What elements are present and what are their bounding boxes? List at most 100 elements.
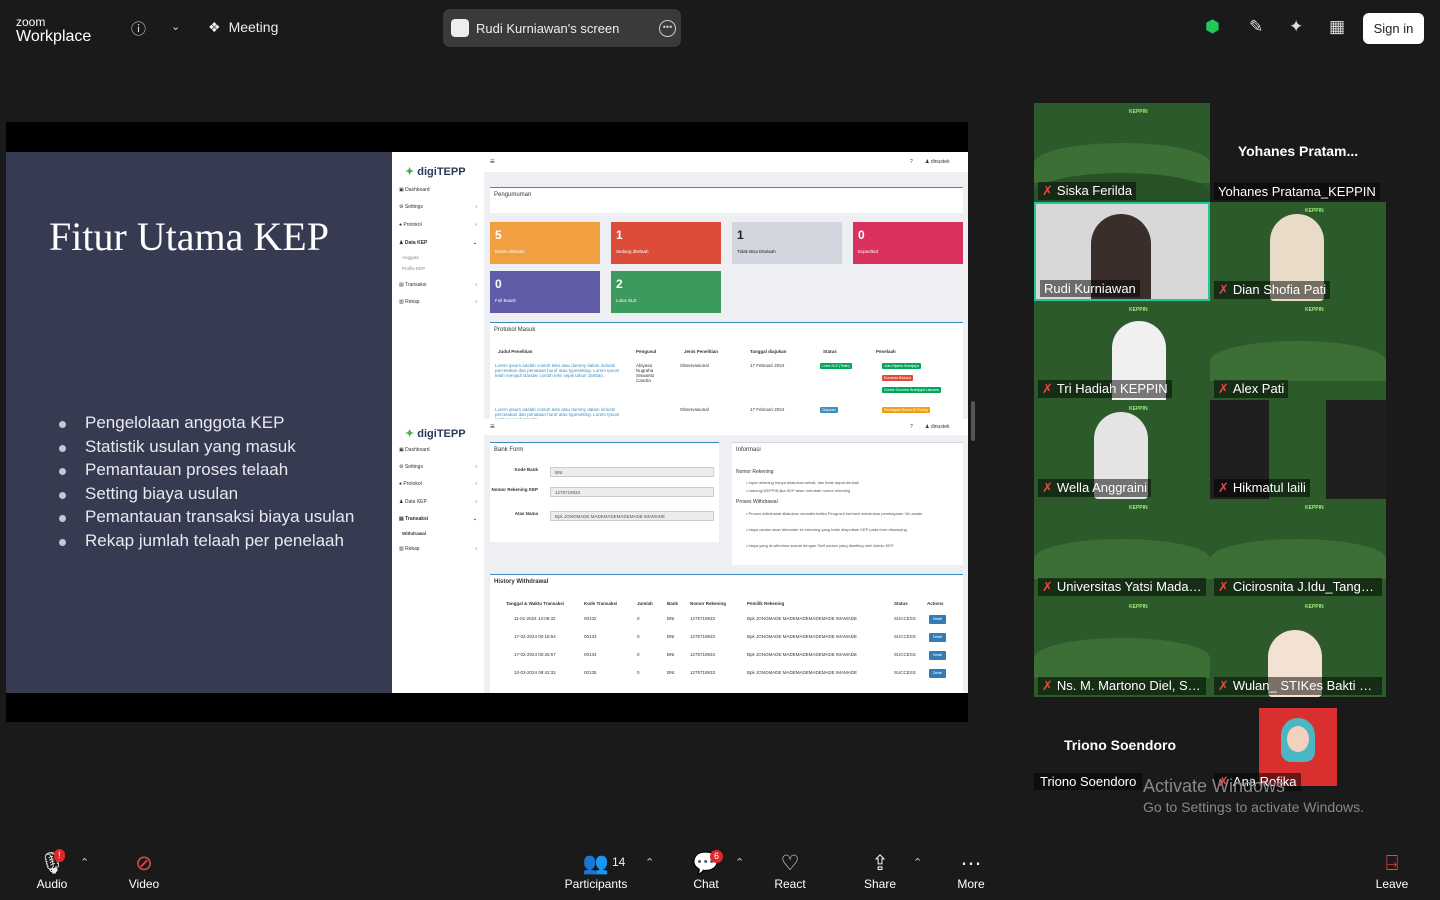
meeting-menu[interactable]: ❖ Meeting xyxy=(208,19,278,36)
field-value: BNI xyxy=(555,470,563,475)
panel-title: Informasi xyxy=(736,447,761,453)
cell-status: SUCCESS xyxy=(894,670,916,675)
cell-tanggal: 17 Februari 2024 xyxy=(750,363,785,368)
more-button[interactable]: ⋯ More xyxy=(951,851,991,891)
sidebar: ✦ digiTEPP ▣ Dashboard ⚙ Settings ‹ ● Pro… xyxy=(392,419,484,693)
participant-tile[interactable]: KEPPIN ✗ Wulan_ STIKes Bakti Uta... xyxy=(1210,598,1386,697)
chevron-down-icon[interactable]: ⌄ xyxy=(171,20,180,33)
chat-options-caret[interactable]: ⌃ xyxy=(735,856,744,869)
leave-button[interactable]: ⍈ Leave xyxy=(1372,851,1412,891)
stat-label: Sedang ditelaah xyxy=(616,249,649,254)
info-rekening-heading: Nomor Rekening xyxy=(736,469,774,475)
info-icon[interactable]: ⓘ xyxy=(131,18,146,39)
screen-share-pill[interactable]: Rudi Kurniawan's screen ••• xyxy=(443,9,681,47)
info-point-text: Proses withdrawal dilakukan otomatis ket… xyxy=(748,511,923,516)
col-header: Actions xyxy=(927,601,944,606)
ai-companion-icon[interactable]: ✦ xyxy=(1289,17,1303,37)
video-button[interactable]: ⊘ Video xyxy=(122,851,166,891)
field-value: 1275719933 xyxy=(555,490,581,495)
view-layout-icon[interactable]: ▦ xyxy=(1329,17,1345,37)
nav-rekap: ▥ Rekap ‹ xyxy=(399,299,477,305)
share-label: Share xyxy=(863,877,897,891)
participant-tile[interactable]: KEPPIN ✗ Cicirosnita J.Idu_Tangera... xyxy=(1210,499,1386,598)
participants-label: Participants xyxy=(564,877,628,891)
col-header: Jumlah xyxy=(637,601,653,606)
participant-name: ✗ Tri Hadiah KEPPIN xyxy=(1038,380,1172,398)
detail-button: Detail xyxy=(929,669,946,678)
nav-protokol: ● Protokol ‹ xyxy=(399,222,477,228)
video-off-icon: ⊘ xyxy=(135,852,153,875)
leave-label: Leave xyxy=(1375,877,1409,891)
audio-button[interactable]: 🎙 ! Audio xyxy=(30,849,74,891)
video-label: Video xyxy=(128,877,160,891)
annotate-icon[interactable]: ✎ xyxy=(1249,17,1263,37)
share-button[interactable]: ⇪ Share xyxy=(860,851,900,891)
nav-label: Protokol xyxy=(403,222,422,228)
panel-title: Pengumuman xyxy=(494,192,532,198)
participant-tile[interactable]: Yohanes Pratam... Yohanes Pratama_KEPPIN xyxy=(1210,103,1386,202)
leave-icon: ⍈ xyxy=(1385,852,1399,875)
reviewer-badge: Joko Nijanto Branijaya xyxy=(882,363,921,369)
participants-options-caret[interactable]: ⌃ xyxy=(645,856,654,869)
kode-bank-select: BNI xyxy=(550,467,714,477)
nav-dashboard: ▣ Dashboard xyxy=(399,187,430,193)
info-point-text: biaya yang di-withdraw sesuai dengan Tar… xyxy=(748,543,894,548)
background-wave xyxy=(1034,539,1210,579)
participant-tile[interactable]: KEPPIN ✗ Tri Hadiah KEPPIN xyxy=(1034,301,1210,400)
paw-icon: ❖ xyxy=(208,19,221,35)
col-header: Status xyxy=(823,349,837,354)
cell-jumlah: 0 xyxy=(637,670,640,675)
cell-pemilik: Bpk JONOMADE MADEMADEMADEMADE IMAMADE xyxy=(747,634,858,639)
participant-name-text: Wulan_ STIKes Bakti Uta... xyxy=(1232,678,1382,693)
react-label: React xyxy=(774,877,806,891)
keppin-watermark: KEPPIN xyxy=(1305,208,1324,214)
participant-name: Yohanes Pratama_KEPPIN xyxy=(1214,183,1380,200)
chat-unread-badge: 6 xyxy=(710,850,724,863)
subnav-anggota: Anggota xyxy=(402,255,419,260)
bullet-item: Pemantauan proses telaah xyxy=(55,460,354,484)
participant-name-text: Ns. M. Martono Diel, S.... xyxy=(1056,678,1203,693)
participant-name-text: Tri Hadiah KEPPIN xyxy=(1056,381,1168,396)
participants-button[interactable]: 👥 14 Participants xyxy=(562,851,630,891)
participant-tile[interactable]: ✗ Hikmatul laili xyxy=(1210,400,1386,499)
chat-button[interactable]: 💬 6 Chat xyxy=(686,850,726,891)
col-header: Penelaah xyxy=(876,349,896,354)
status-badge: Diajukan xyxy=(820,407,838,413)
field-value: Bpk JONOMADE MADEMADEMADEMADE IMAMADE xyxy=(555,514,666,519)
atas-nama-input: Bpk JONOMADE MADEMADEMADEMADE IMAMADE xyxy=(550,511,714,521)
nav-transaksi: ▤ Transaksi ‹ xyxy=(399,282,477,288)
protocol-table: Judul Penelitian Pengusul Jenis Peneliti… xyxy=(490,323,963,419)
bullet-item: Pengelolaan anggota KEP xyxy=(55,413,354,437)
stat-tile: 0 Full Board xyxy=(490,271,600,313)
cell-tanggal: 10-03-2024 09:42:32 xyxy=(514,670,556,675)
participant-tile[interactable]: KEPPIN ✗ Ns. M. Martono Diel, S.... xyxy=(1034,598,1210,697)
user-name: dinustek xyxy=(930,424,950,430)
logo-top: zoom xyxy=(16,15,46,29)
more-options-icon[interactable]: ••• xyxy=(659,20,676,37)
nav-label: Transaksi xyxy=(405,516,429,522)
info-point: • hubungi KEPPIN jika KEP akan merubah n… xyxy=(746,488,851,493)
shield-icon[interactable]: ⬢ xyxy=(1205,17,1220,37)
participant-name[interactable]: Triono Soendoro xyxy=(1034,773,1143,790)
heart-icon: ♡ xyxy=(780,852,800,875)
share-options-caret[interactable]: ⌃ xyxy=(913,856,922,869)
participant-tile-active[interactable]: Rudi Kurniawan xyxy=(1034,202,1210,301)
react-button[interactable]: ♡ React xyxy=(770,851,810,891)
nav-label: Dashboard xyxy=(405,447,430,453)
stat-tile: 2 Lolos SLE xyxy=(611,271,721,313)
participant-tile[interactable]: KEPPIN ✗ Alex Pati xyxy=(1210,301,1386,400)
audio-options-caret[interactable]: ⌃ xyxy=(80,856,89,869)
nav-label: Transaksi xyxy=(405,282,427,288)
brand-name: digiTEPP xyxy=(417,166,466,178)
subnav-withdrawal: Withdrawal xyxy=(402,531,426,536)
participant-tile[interactable]: KEPPIN ✗ Universitas Yatsi Madani... xyxy=(1034,499,1210,598)
stat-value: 2 xyxy=(616,277,623,291)
resize-handle[interactable] xyxy=(971,401,975,441)
participant-tile[interactable]: KEPPIN ✗ Siska Ferilda xyxy=(1034,103,1210,202)
rekening-input: 1275719933 xyxy=(550,487,714,497)
activate-windows-watermark: Activate Windows Go to Settings to activ… xyxy=(1143,776,1364,815)
participant-tile[interactable]: KEPPIN ✗ Wella Anggraini xyxy=(1034,400,1210,499)
sign-in-button[interactable]: Sign in xyxy=(1363,13,1424,44)
participant-tile[interactable]: KEPPIN ✗ Dian Shofia Pati xyxy=(1210,202,1386,301)
keppin-watermark: KEPPIN xyxy=(1129,109,1148,115)
